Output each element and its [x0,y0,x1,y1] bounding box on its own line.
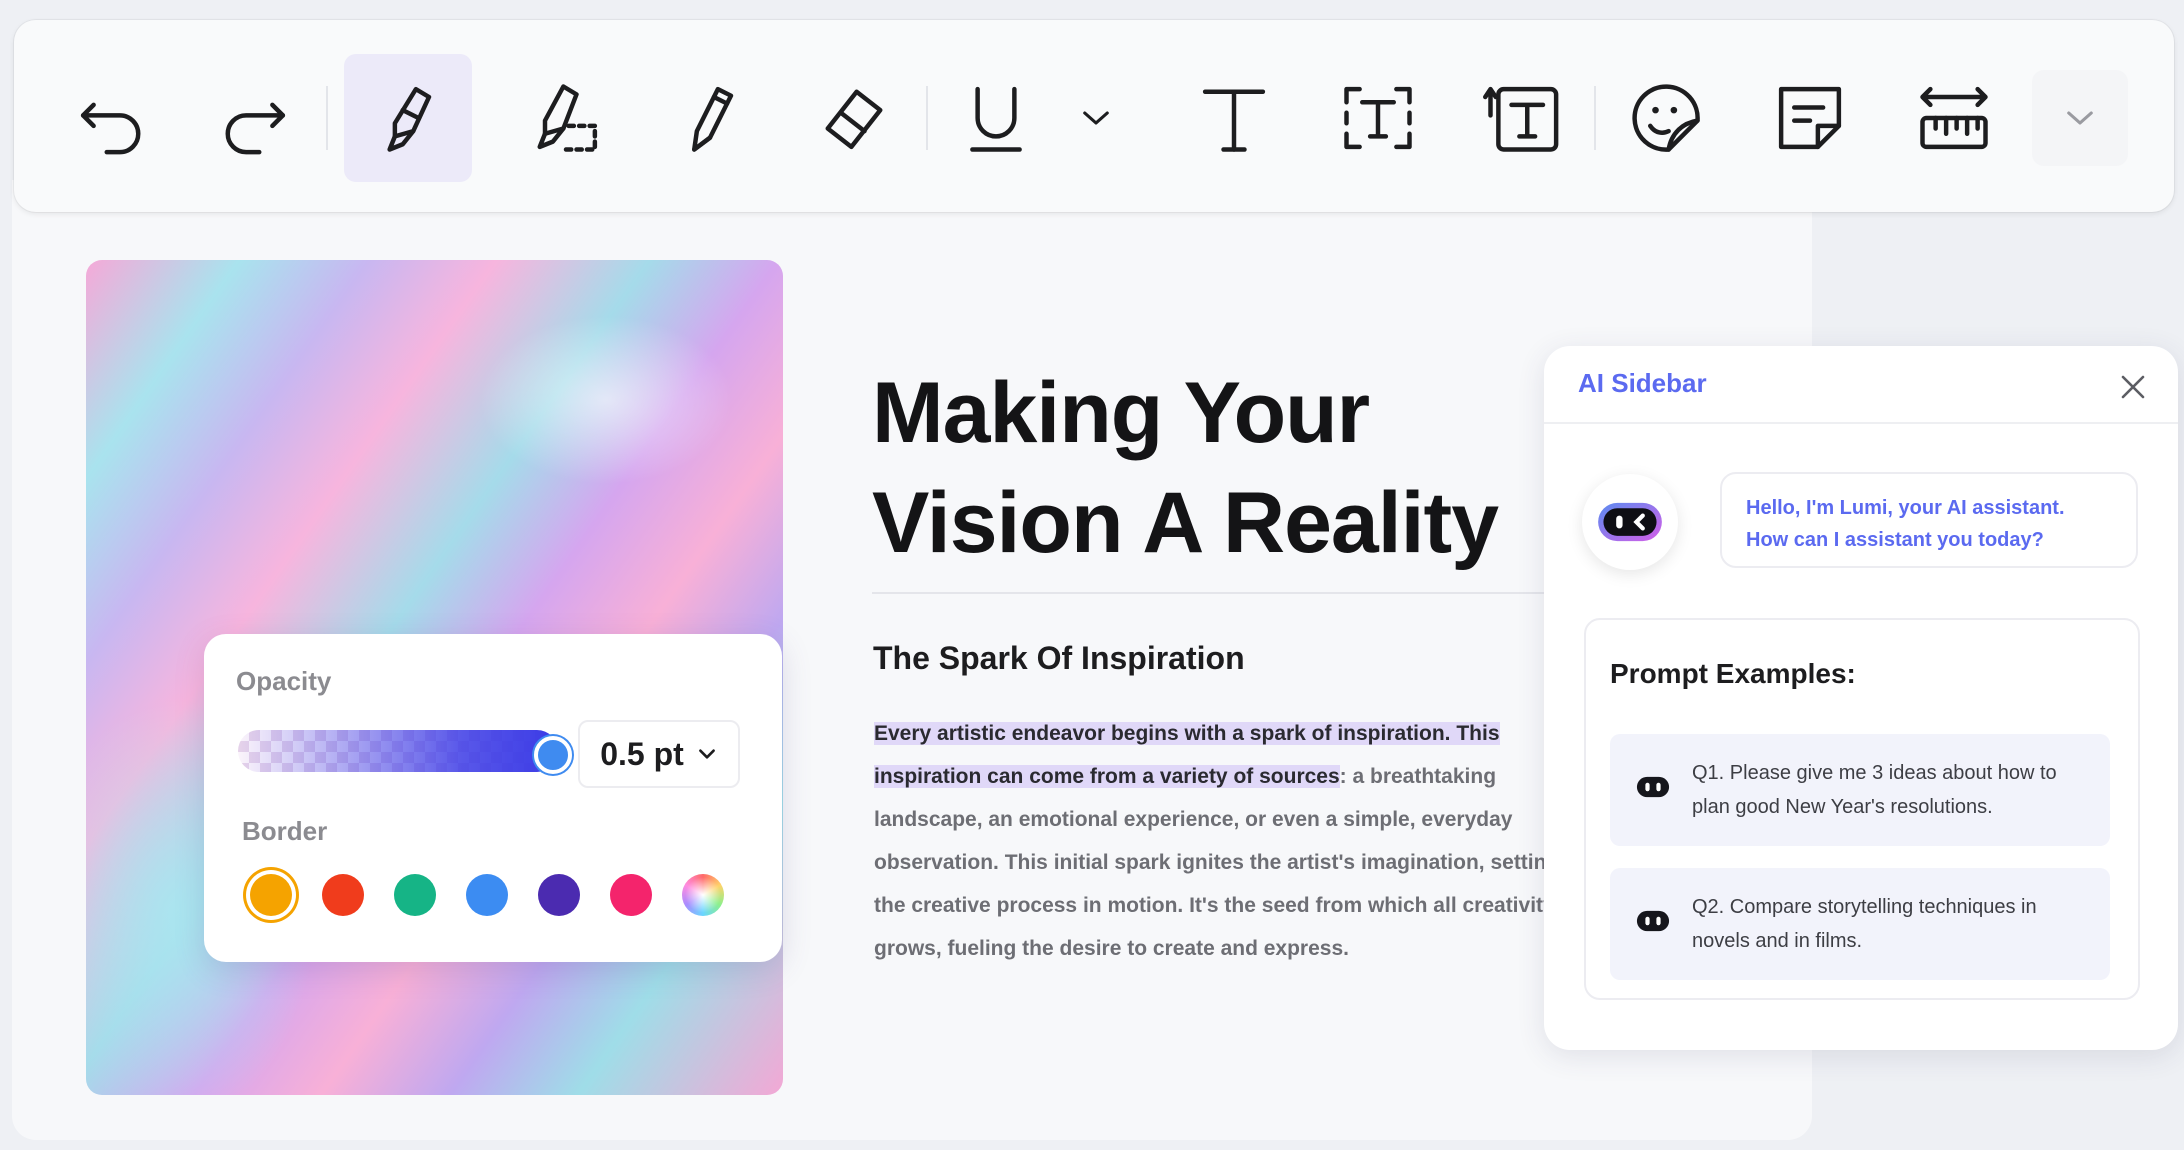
body-paragraph: Every artistic endeavor begins with a sp… [874,712,1564,970]
measure-tool[interactable] [1906,70,2002,166]
underline-icon [970,86,1022,152]
text-icon [1202,89,1266,152]
undo-button[interactable] [64,70,160,166]
ai-sidebar-panel: AI Sidebar Hello, I'm Lumi, your AI assi… [1544,346,2178,1050]
divider [1544,422,2178,424]
color-swatch-purple[interactable] [538,874,580,916]
opacity-slider-track[interactable] [238,730,558,772]
color-swatch-green[interactable] [394,874,436,916]
prompt-text: Q2. Compare storytelling techniques in n… [1692,896,2037,952]
robot-face-icon [1598,502,1662,542]
color-swatch-red[interactable] [322,874,364,916]
greeting-line-2: How can I assistant you today? [1746,529,2044,551]
stroke-size-dropdown[interactable]: 0.5 pt [578,720,740,788]
annotation-toolbar [14,20,2174,212]
opacity-label: Opacity [236,666,332,696]
opacity-slider-handle[interactable] [534,736,572,774]
divider [872,592,1544,594]
pencil-tool[interactable] [662,70,758,166]
highlighter-icon [387,86,432,152]
undo-icon [80,102,141,155]
border-label: Border [242,816,328,846]
pencil-icon [692,86,734,152]
text-callout-icon [1483,86,1559,152]
highlighter-properties-panel: Opacity 0.5 pt Border [204,634,782,962]
toolbar-separator [926,86,928,150]
text-tool[interactable] [1186,70,1282,166]
close-icon[interactable] [2116,370,2150,404]
greeting-line-1: Hello, I'm Lumi, your AI assistant. [1746,497,2065,519]
prompt-example-item[interactable]: Q1. Please give me 3 ideas about how to … [1610,734,2110,846]
color-swatch-orange[interactable] [250,874,292,916]
robot-face-icon [1636,776,1670,798]
prompt-example-item[interactable]: Q2. Compare storytelling techniques in n… [1610,868,2110,980]
toolbar-separator [1594,86,1596,150]
redo-button[interactable] [206,70,302,166]
prompt-text: Q1. Please give me 3 ideas about how to … [1692,762,2057,818]
chevron-down-icon [2067,111,2093,125]
eraser-tool[interactable] [806,70,902,166]
prompt-examples-card: Prompt Examples: Q1. Please give me 3 id… [1584,618,2140,1000]
assistant-greeting-bubble: Hello, I'm Lumi, your AI assistant. How … [1720,472,2138,568]
eraser-icon [825,89,883,150]
title-line-2: Vision A Reality [872,475,1499,571]
redo-icon [225,102,286,155]
sticker-tool[interactable] [1618,70,1714,166]
underline-tool[interactable] [948,70,1044,166]
paragraph-text: : a breathtaking landscape, an emotional… [874,765,1560,960]
title-line-1: Making Your [872,365,1370,461]
sticky-note-icon [1778,86,1842,150]
robot-face-icon [1636,910,1670,932]
underline-options-dropdown[interactable] [1048,70,1144,166]
color-swatch-pink[interactable] [610,874,652,916]
sticker-icon [1632,84,1700,152]
prompt-examples-title: Prompt Examples: [1610,658,1856,689]
measure-icon [1920,86,1988,150]
assistant-avatar [1582,474,1678,570]
section-heading: The Spark Of Inspiration [873,640,1245,676]
sticky-note-tool[interactable] [1762,70,1858,166]
textbox-icon [1344,86,1412,150]
text-callout-tool[interactable] [1474,70,1570,166]
color-swatch-blue[interactable] [466,874,508,916]
page-title: Making Your Vision A Reality [872,358,1499,578]
chevron-down-icon [1083,111,1109,125]
toolbar-separator [326,86,328,150]
color-swatch-custom[interactable] [682,874,724,916]
textbox-tool[interactable] [1330,70,1426,166]
area-highlighter-tool[interactable] [518,70,614,166]
highlighter-tool[interactable] [344,54,472,182]
stroke-size-value: 0.5 pt [600,735,684,772]
ai-sidebar-title: AI Sidebar [1578,368,1707,398]
more-tools-dropdown[interactable] [2032,70,2128,166]
chevron-down-icon [698,749,715,759]
area-highlighter-icon [537,84,598,152]
